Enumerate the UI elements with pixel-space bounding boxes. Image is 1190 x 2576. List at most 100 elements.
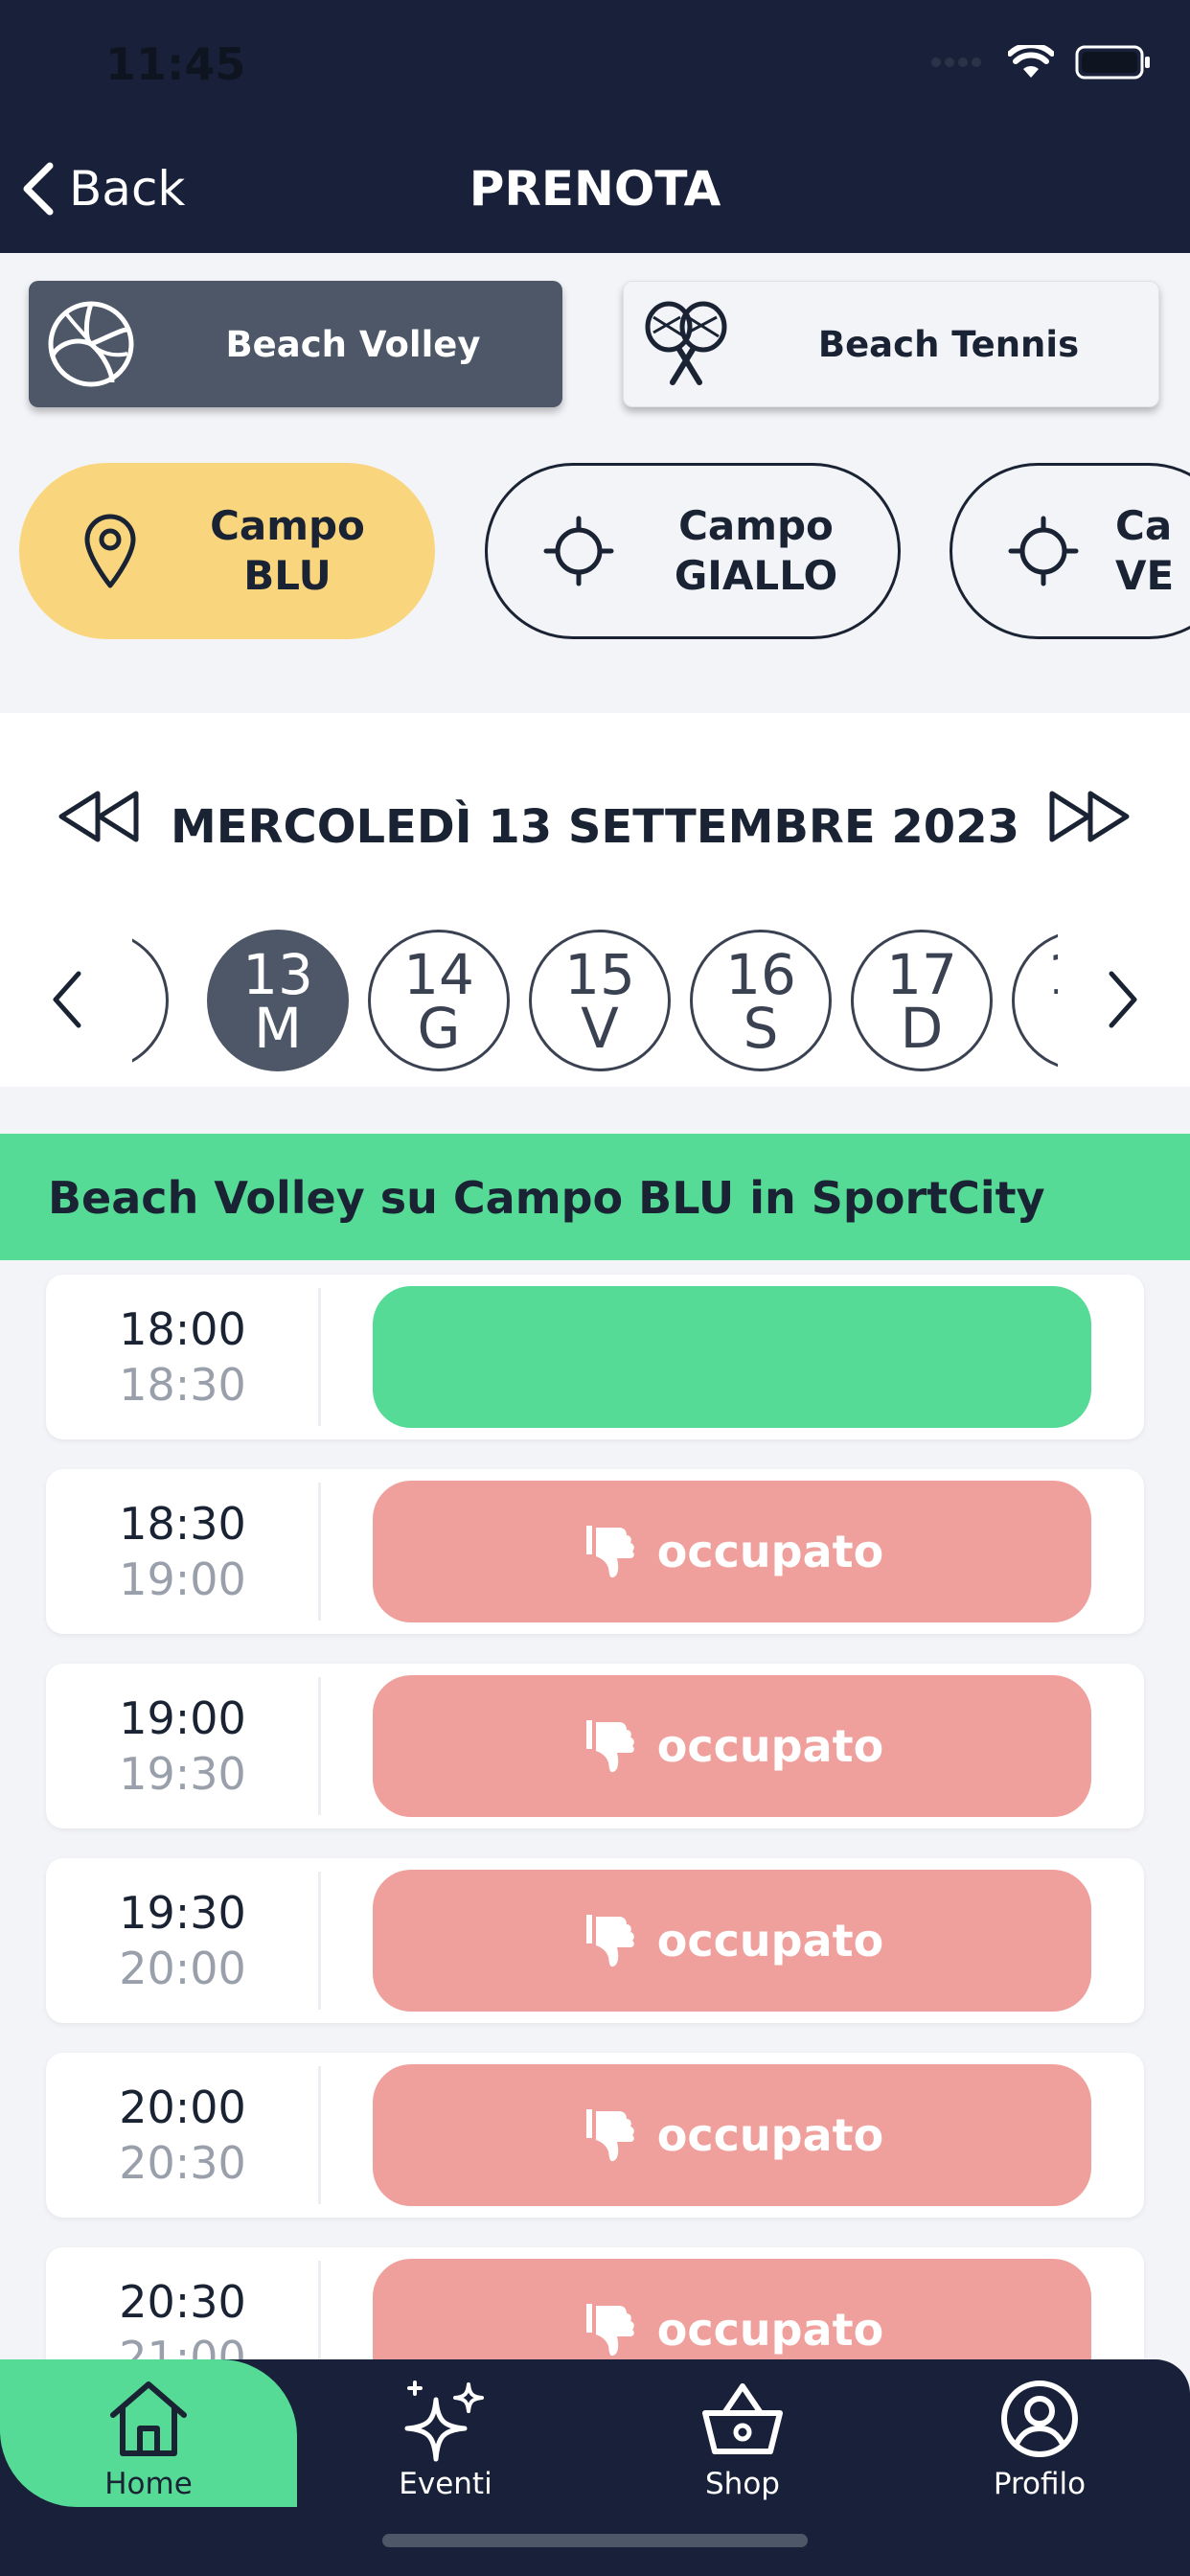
day-number: 16 [725, 942, 796, 1007]
time-slot: 19:00 19:30 occupato [46, 1664, 1144, 1828]
divider [318, 1483, 321, 1621]
slot-start: 20:00 [119, 2082, 246, 2133]
tab-eventi[interactable]: Eventi [297, 2359, 594, 2507]
time-slot: 20:00 20:30 occupato [46, 2053, 1144, 2218]
back-label: Back [69, 161, 186, 217]
crosshair-icon [526, 515, 631, 587]
thumbs-down-icon [585, 1720, 634, 1773]
tab-profilo[interactable]: Profilo [891, 2359, 1188, 2507]
slot-status-label: occupato [656, 1915, 884, 1966]
chevron-left-icon[interactable] [48, 968, 86, 1031]
status-icons [929, 44, 1152, 80]
tab-label: Home [104, 2467, 193, 2501]
sport-label: Beach Tennis [817, 323, 1080, 365]
court-label-line1: Campo [678, 502, 834, 549]
day-number: 17 [886, 942, 957, 1007]
slot-end: 18:30 [119, 1359, 246, 1411]
day-number: 18 [1015, 947, 1058, 1002]
day-chip[interactable]: 16 S [690, 930, 832, 1071]
day-letter: L [1015, 1001, 1058, 1055]
slot-status-label: occupato [656, 2109, 884, 2161]
thumbs-down-icon [585, 1915, 634, 1967]
time-slot: 18:30 19:00 occupato [46, 1469, 1144, 1634]
tab-label: Shop [705, 2467, 780, 2501]
day-chip[interactable]: 18L [1012, 930, 1058, 1071]
divider [318, 2066, 321, 2204]
divider [318, 1288, 321, 1426]
day-chip-selected[interactable]: 13 M [207, 930, 349, 1071]
court-label: Campo BLU [182, 501, 393, 601]
day-number: 12 [132, 947, 166, 1002]
user-circle-icon [891, 2379, 1188, 2459]
day-chip[interactable]: 17 D [851, 930, 993, 1071]
sport-label: Beach Volley [225, 323, 481, 365]
status-time: 11:45 [105, 38, 246, 90]
slot-occupied-button[interactable]: occupato [373, 1870, 1091, 2012]
slot-start: 19:30 [119, 1887, 246, 1939]
tab-shop[interactable]: Shop [594, 2359, 891, 2507]
court-chip-blu[interactable]: Campo BLU [19, 463, 435, 639]
day-chip[interactable]: 15 V [529, 930, 671, 1071]
slot-occupied-button[interactable]: occupato [373, 1481, 1091, 1622]
thumbs-down-icon [585, 1526, 634, 1578]
location-pin-icon [57, 513, 163, 589]
court-label: Ca VE [1115, 501, 1190, 601]
court-label-line1: Ca [1115, 502, 1173, 549]
chevron-left-icon [23, 162, 54, 216]
volleyball-icon [38, 291, 144, 397]
day-number: 13 [242, 942, 313, 1007]
day-chip[interactable]: 12M [132, 930, 169, 1071]
top-header: 11:45 Back PRENOTA [0, 0, 1190, 253]
sport-tab-beach-tennis[interactable]: Beach Tennis [623, 281, 1159, 407]
crosshair-icon [991, 515, 1096, 587]
tennis-rackets-icon [633, 291, 739, 397]
slot-end: 19:30 [119, 1748, 246, 1800]
tab-label: Eventi [399, 2467, 492, 2501]
sport-tab-beach-volley[interactable]: Beach Volley [29, 281, 562, 407]
day-letter: M [253, 996, 303, 1061]
time-slot: 18:00 18:30 [46, 1275, 1144, 1439]
slot-occupied-button[interactable]: occupato [373, 1675, 1091, 1817]
back-button[interactable]: Back [21, 161, 185, 217]
slot-start: 20:30 [119, 2276, 246, 2328]
court-label-line2: BLU [243, 552, 332, 599]
court-label-line1: Campo [210, 502, 365, 549]
battery-icon [1075, 45, 1150, 80]
time-slot: 19:30 20:00 occupato [46, 1858, 1144, 2023]
slot-end: 20:30 [119, 2137, 246, 2189]
day-letter: V [581, 996, 619, 1061]
home-indicator [382, 2534, 808, 2547]
wifi-icon [1008, 45, 1054, 78]
tab-label: Profilo [993, 2467, 1087, 2501]
chevron-right-icon[interactable] [1104, 968, 1142, 1031]
day-chip[interactable]: 14 G [368, 930, 510, 1071]
selected-date-title: MERCOLEDÌ 13 SETTEMBRE 2023 [171, 800, 1019, 854]
day-strip: 12M 13M 14G 15V 16S 17D 18L [132, 928, 1058, 1073]
fast-forward-icon[interactable] [1046, 788, 1133, 845]
slot-end: 19:00 [119, 1553, 246, 1605]
thumbs-down-icon [585, 2109, 634, 2162]
day-letter: D [900, 996, 944, 1061]
basket-icon [594, 2379, 891, 2459]
signal-icon [931, 58, 981, 67]
slot-end: 20:00 [119, 1943, 246, 1994]
court-chip-giallo[interactable]: Campo GIALLO [485, 463, 901, 639]
thumbs-down-icon [585, 2304, 634, 2357]
sparkles-icon [297, 2379, 594, 2465]
slot-status-label: occupato [656, 1526, 884, 1577]
home-icon [0, 2379, 297, 2459]
slot-available-button[interactable] [373, 1286, 1091, 1428]
slot-start: 18:00 [119, 1303, 246, 1355]
court-chip-verde[interactable]: Ca VE [950, 463, 1190, 639]
tab-home[interactable]: Home [0, 2359, 297, 2507]
day-number: 15 [564, 942, 635, 1007]
court-label-line2: GIALLO [674, 552, 838, 599]
day-number: 14 [403, 942, 474, 1007]
divider [318, 1677, 321, 1815]
court-label-line2: VE [1115, 552, 1175, 599]
day-letter: G [417, 996, 461, 1061]
slot-occupied-button[interactable]: occupato [373, 2064, 1091, 2206]
day-letter: M [132, 1001, 166, 1055]
divider [318, 1872, 321, 2010]
day-letter: S [743, 996, 779, 1061]
